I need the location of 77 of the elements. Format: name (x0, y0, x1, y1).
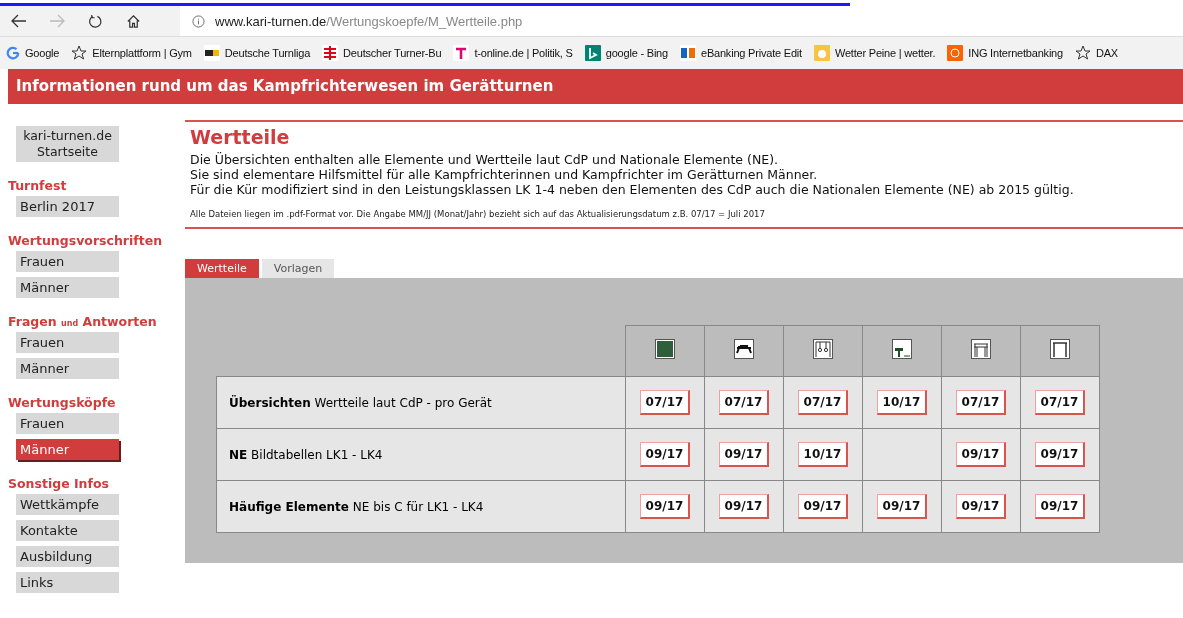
section-title: Wertungsvorschriften (8, 233, 164, 248)
date-link[interactable]: 09/17 (639, 494, 691, 519)
floor-mat-icon (655, 339, 675, 359)
intro-text: Sie sind elementare Hilfsmittel für alle Kampfrichterinnen und Kampfrichter im Gerätturnen Männer. (190, 167, 819, 182)
page-title: Wertteile (190, 126, 291, 148)
sidebar-item[interactable]: Berlin 2017 (16, 196, 119, 217)
bookmark-link[interactable]: Google (6, 46, 60, 60)
rings-icon (813, 339, 833, 359)
parallel-bars-icon (971, 339, 991, 359)
section-title: Turnfest (8, 178, 68, 193)
tab[interactable]: Wertteile (185, 259, 259, 278)
bank-logo-icon (679, 45, 696, 61)
back-icon (11, 14, 27, 28)
ing-logo-icon (947, 45, 964, 61)
note-text: Alle Dateien liegen im .pdf-Format vor. Die Angabe MM/JJ (Monat/Jahr) bezieht sich auf das Aktualisierungsdatum z.B. 07/17 = Juli 2017 (190, 209, 766, 219)
bookmark-link[interactable]: Deutsche Turnliga (203, 45, 311, 61)
date-link[interactable]: 09/17 (955, 494, 1007, 519)
star-icon (1074, 45, 1091, 61)
date-link[interactable]: 07/17 (639, 390, 691, 415)
date-link[interactable]: 07/17 (955, 390, 1007, 415)
bookmark-link[interactable]: Wetter Peine | wetter. (813, 45, 936, 61)
home-icon (125, 13, 141, 29)
info-icon (192, 14, 205, 28)
sun-logo-icon (813, 45, 830, 61)
section-title: Wertungsköpfe (8, 395, 117, 410)
date-link[interactable]: 09/17 (876, 494, 928, 519)
section-title: Sonstige Infos (8, 476, 110, 491)
home-link[interactable]: kari-turnen.de Startseite (16, 126, 119, 162)
bookmark-link[interactable]: t-online.de | Politik, S (453, 45, 573, 61)
t-logo-icon (453, 45, 470, 61)
reload-icon (87, 13, 103, 29)
dtl-logo-icon (203, 45, 220, 61)
row-label-text: Übersichten Wertteile laut CdP - pro Gerät (229, 395, 492, 410)
star-icon (71, 45, 88, 61)
date-link[interactable]: 09/17 (1034, 442, 1086, 467)
bookmark-link[interactable]: eBanking Private Edit (679, 45, 802, 61)
high-bar-icon (1050, 339, 1070, 359)
bookmark-link[interactable]: DAX (1074, 45, 1118, 61)
url-text: www.kari-turnen.de/Wertungskoepfe/M_Wertteile.php (215, 13, 523, 29)
date-link[interactable]: 09/17 (718, 442, 770, 467)
intro-text: Für die Kür modifiziert sind in den Leistungsklassen LK 1-4 neben den Elementen des CdP auch die Nationalen Elemente (NE) ab 2015 gültig. (190, 182, 1075, 197)
pommel-horse-icon (734, 339, 754, 359)
date-link[interactable]: 10/17 (876, 390, 928, 415)
forward-icon (49, 14, 65, 28)
intro-text: Die Übersichten enthalten alle Elemente und Wertteile laut CdP und Nationale Elemente (NE). (190, 152, 779, 167)
sidebar-item[interactable]: Männer (16, 277, 119, 298)
b-logo-icon (584, 45, 601, 61)
sidebar-item[interactable]: Frauen (16, 413, 119, 434)
emblem-logo-icon (322, 45, 339, 61)
date-link[interactable]: 09/17 (797, 494, 849, 519)
row-label-text: NE Bildtabellen LK1 - LK4 (229, 447, 383, 462)
bookmark-link[interactable]: Elternplattform | Gym (71, 45, 192, 61)
date-link[interactable]: 07/17 (718, 390, 770, 415)
sidebar-item[interactable]: Frauen (16, 332, 119, 353)
date-link[interactable]: 09/17 (718, 494, 770, 519)
date-link[interactable]: 09/17 (955, 442, 1007, 467)
date-link[interactable]: 10/17 (797, 442, 849, 467)
date-link[interactable]: 09/17 (639, 442, 691, 467)
sidebar-item[interactable]: Links (16, 572, 119, 593)
date-link[interactable]: 09/17 (1034, 494, 1086, 519)
tab[interactable]: Vorlagen (261, 259, 335, 278)
sidebar-item[interactable]: Wettkämpfe (16, 494, 119, 515)
sidebar-item[interactable]: Frauen (16, 251, 119, 272)
date-link[interactable]: 07/17 (797, 390, 849, 415)
vault-table-icon (892, 339, 912, 359)
bookmark-link[interactable]: ING Internetbanking (947, 45, 1063, 61)
bookmark-link[interactable]: Deutscher Turner-Bu (322, 45, 442, 61)
row-label-text: Häufige Elemente NE bis C für LK1 - LK4 (229, 499, 484, 514)
site-header: Informationen rund um das Kampfrichterwesen im Gerätturnen (8, 69, 1183, 104)
sidebar-item[interactable]: Männer (16, 439, 119, 460)
sidebar-item[interactable]: Kontakte (16, 520, 119, 541)
bookmark-link[interactable]: google - Bing (584, 45, 668, 61)
date-link[interactable]: 07/17 (1034, 390, 1086, 415)
address-bar[interactable]: www.kari-turnen.de/Wertungskoepfe/M_Wertteile.php (180, 6, 1183, 36)
google-g-icon (6, 46, 20, 60)
sidebar-item[interactable]: Ausbildung (16, 546, 119, 567)
sidebar-item[interactable]: Männer (16, 358, 119, 379)
